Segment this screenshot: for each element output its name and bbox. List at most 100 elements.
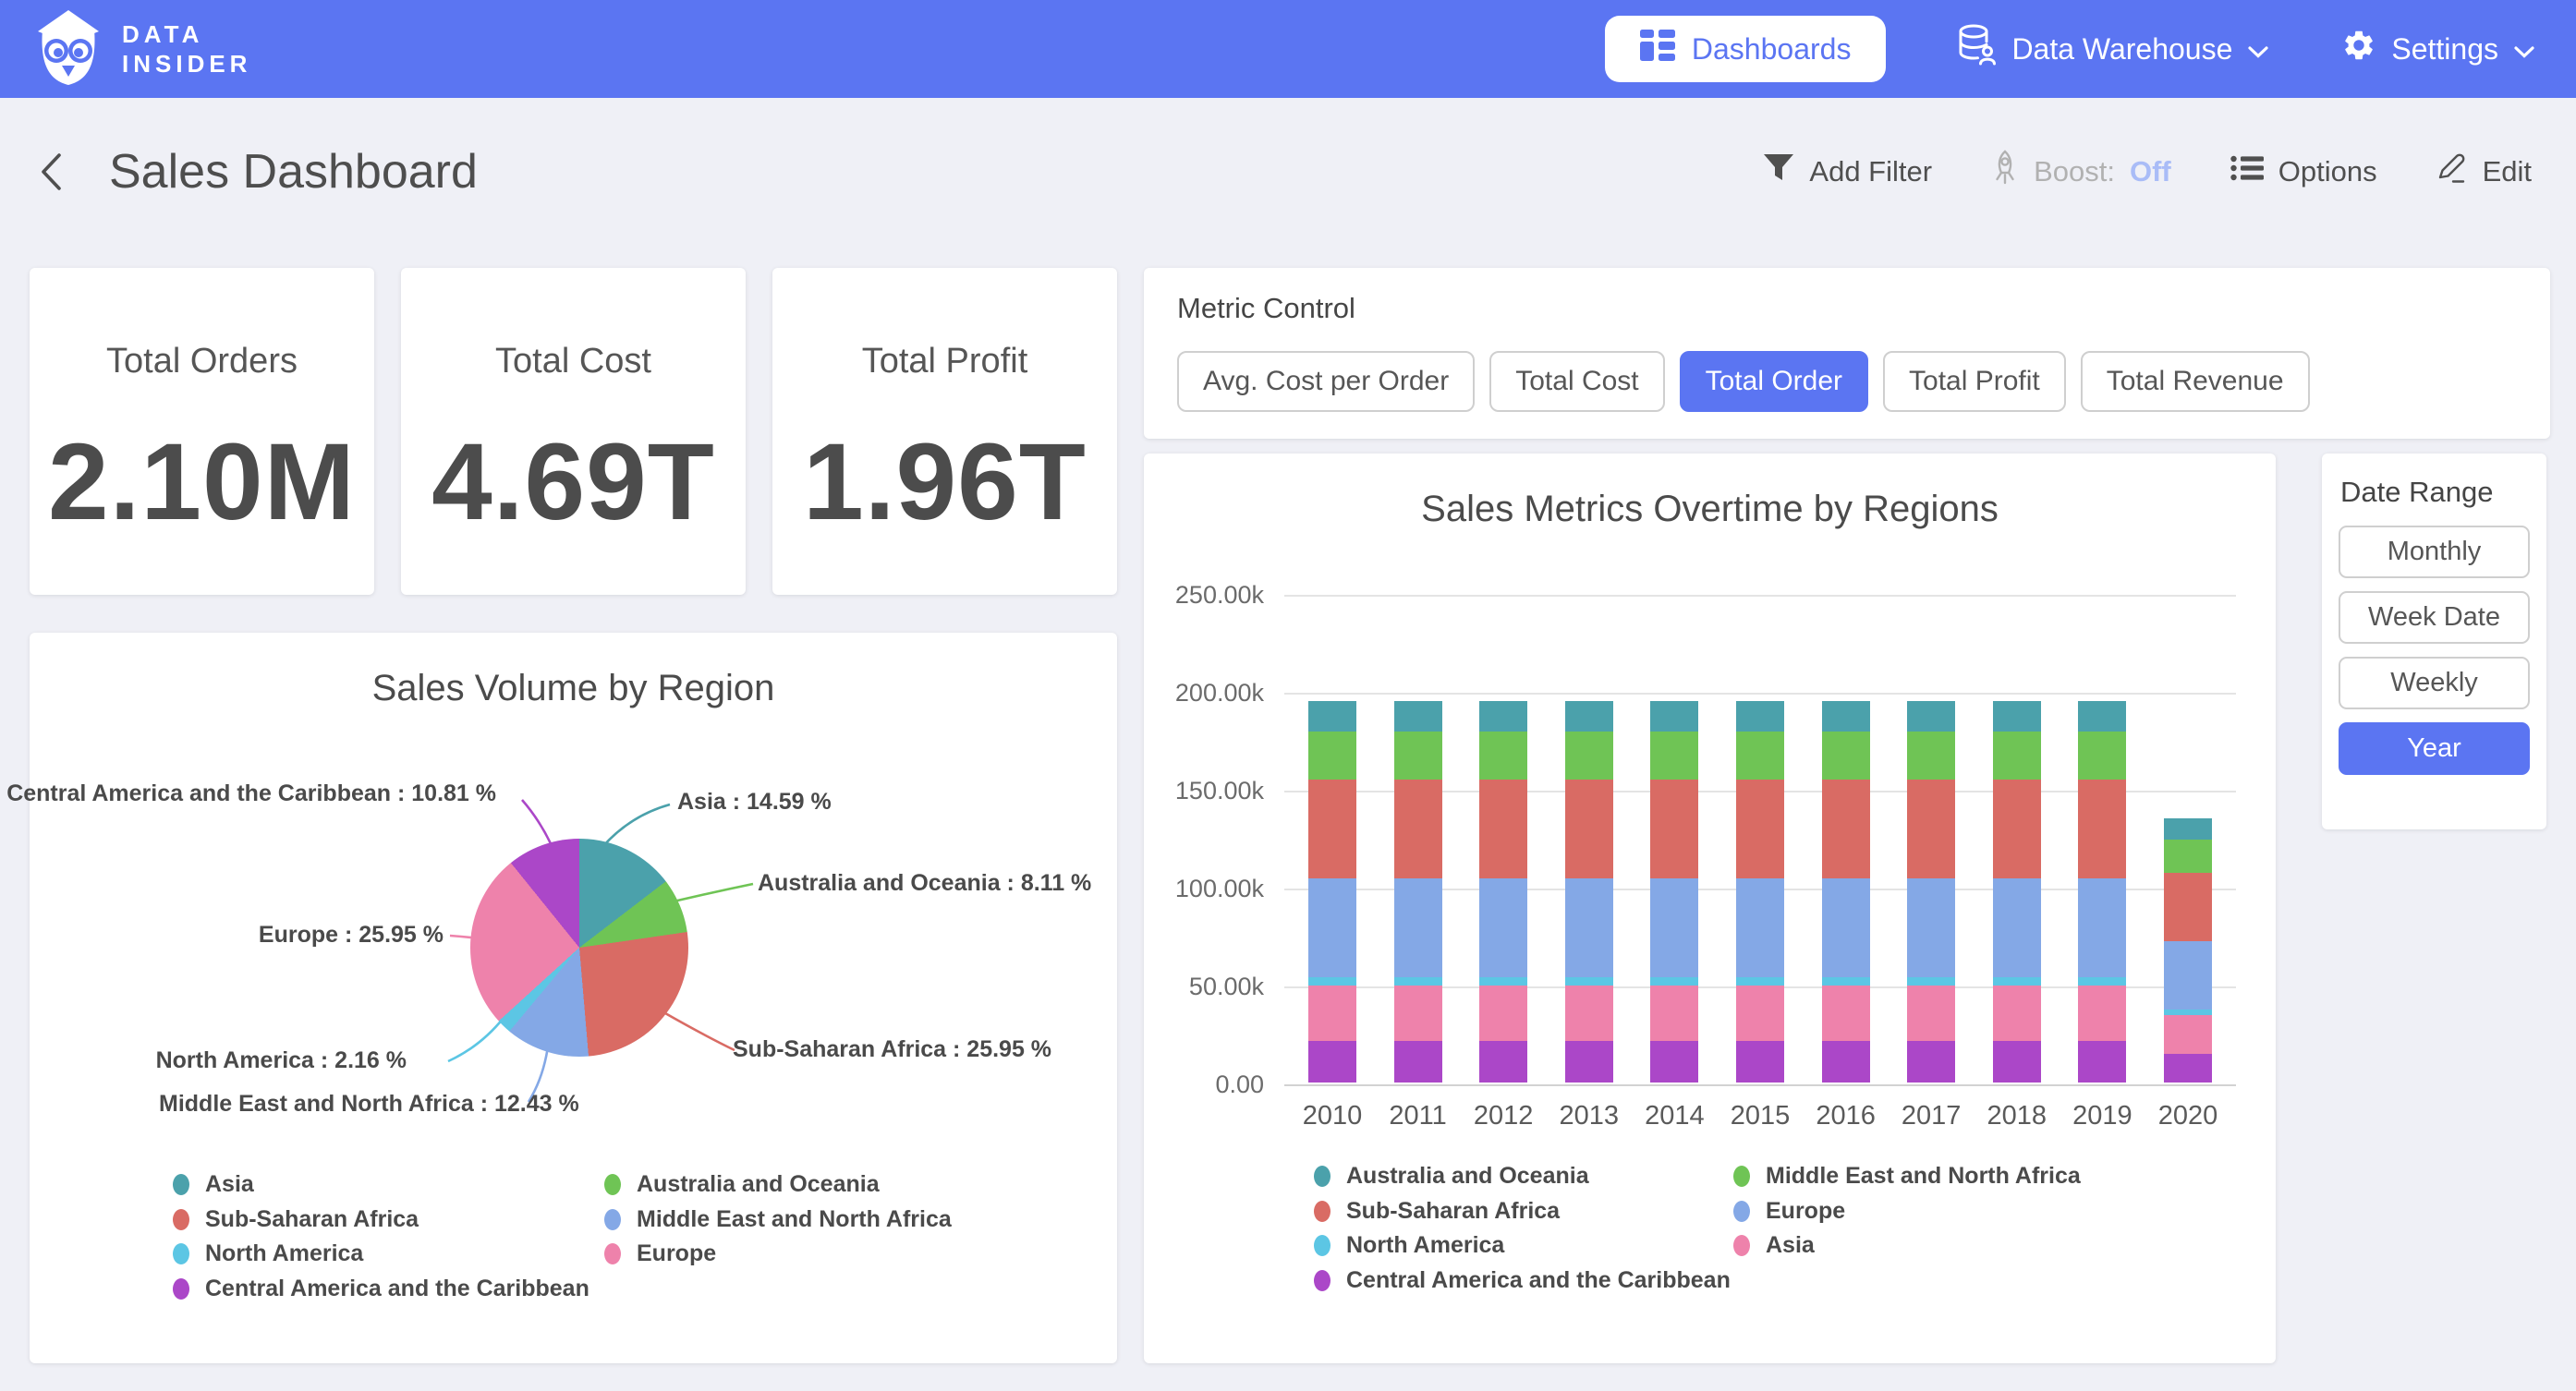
nav-settings[interactable]: Settings — [2341, 28, 2535, 70]
options-button[interactable]: Options — [2230, 155, 2377, 188]
bar-segment-central-america-and-the-caribbean — [1907, 1041, 1955, 1083]
bar-segment-australia-and-oceania — [2078, 701, 2126, 732]
bar-2011 — [1394, 701, 1442, 1083]
bar-segment-central-america-and-the-caribbean — [1822, 1041, 1870, 1083]
nav-dashboards[interactable]: Dashboards — [1605, 16, 1887, 82]
bar-segment-europe — [1479, 878, 1527, 977]
bar-segment-australia-and-oceania — [1394, 701, 1442, 732]
legend-asia[interactable]: Asia — [1733, 1232, 1815, 1259]
bar-segment-north-america — [1993, 977, 2041, 986]
x-axis-tick: 2011 — [1372, 1101, 1464, 1131]
filter-funnel-icon — [1763, 153, 1794, 190]
bar-segment-europe — [2164, 941, 2212, 1010]
metric-option-total-order[interactable]: Total Order — [1680, 351, 1868, 412]
kpi-value: 2.10M — [30, 419, 374, 545]
gridline — [1284, 1084, 2236, 1086]
chevron-down-icon — [2513, 32, 2535, 67]
bar-segment-middle-east-and-north-africa — [1993, 732, 2041, 779]
date-option-monthly[interactable]: Monthly — [2339, 526, 2530, 578]
metric-control-buttons: Avg. Cost per OrderTotal Cost Total Order… — [1177, 351, 2310, 412]
legend-dot — [604, 1209, 621, 1230]
pencil-icon — [2436, 152, 2468, 191]
legend-middle-east-and-north-africa[interactable]: Middle East and North Africa — [1733, 1163, 2081, 1190]
kpi-value: 4.69T — [401, 419, 746, 545]
legend-dot — [173, 1243, 189, 1264]
kpi-card-total-orders: Total Orders 2.10M — [30, 268, 374, 595]
pie-label-australia-and-oceania: Australia and Oceania : 8.11 % — [758, 870, 1091, 897]
bar-segment-middle-east-and-north-africa — [1565, 732, 1613, 779]
date-option-weekly[interactable]: Weekly — [2339, 657, 2530, 709]
bar-segment-middle-east-and-north-africa — [2164, 840, 2212, 873]
legend-north-america[interactable]: North America — [1314, 1232, 1504, 1259]
legend-north-america[interactable]: North America — [173, 1240, 363, 1267]
bar-chart-plot: 0.0050.00k100.00k150.00k200.00k250.00k20… — [1284, 595, 2236, 1084]
back-button[interactable] — [37, 151, 63, 193]
date-option-week-date[interactable]: Week Date — [2339, 591, 2530, 644]
legend-central-america-and-the-caribbean[interactable]: Central America and the Caribbean — [1314, 1267, 1731, 1294]
database-icon — [1958, 24, 1997, 74]
boost-toggle[interactable]: Boost: Off — [1991, 150, 2171, 194]
legend-australia-and-oceania[interactable]: Australia and Oceania — [1314, 1163, 1589, 1190]
legend-europe[interactable]: Europe — [604, 1240, 716, 1267]
bar-segment-australia-and-oceania — [1479, 701, 1527, 732]
kpi-card-total-profit: Total Profit 1.96T — [772, 268, 1117, 595]
bar-segment-europe — [2078, 878, 2126, 977]
gear-icon — [2341, 28, 2376, 70]
brand-name: DATA INSIDER — [122, 19, 251, 79]
add-filter-button[interactable]: Add Filter — [1763, 153, 1932, 190]
legend-asia[interactable]: Asia — [173, 1171, 254, 1198]
pie-chart-card: Sales Volume by Region Asia : 14.59 %Aus… — [30, 633, 1117, 1363]
bar-segment-australia-and-oceania — [1736, 701, 1784, 732]
owl-logo-icon — [33, 6, 103, 92]
metric-option-total-profit[interactable]: Total Profit — [1883, 351, 2066, 412]
y-axis-tick: 100.00k — [1116, 875, 1264, 903]
legend-label: North America — [205, 1240, 363, 1267]
gridline — [1284, 595, 2236, 597]
nav-data-warehouse[interactable]: Data Warehouse — [1958, 24, 2269, 74]
bar-segment-sub-saharan-africa — [1650, 780, 1698, 878]
bar-segment-europe — [1822, 878, 1870, 977]
legend-sub-saharan-africa[interactable]: Sub-Saharan Africa — [173, 1206, 419, 1233]
metric-option-total-revenue[interactable]: Total Revenue — [2081, 351, 2310, 412]
bar-segment-europe — [1650, 878, 1698, 977]
edit-button[interactable]: Edit — [2436, 152, 2532, 191]
bar-segment-europe — [1565, 878, 1613, 977]
pie-chart-title: Sales Volume by Region — [30, 668, 1117, 709]
y-axis-tick: 200.00k — [1116, 679, 1264, 708]
pie-label-central-america-and-the-caribbean: Central America and the Caribbean : 10.8… — [6, 780, 496, 807]
page-title: Sales Dashboard — [109, 144, 478, 200]
legend-dot — [1314, 1201, 1331, 1222]
bar-2019 — [2078, 701, 2126, 1083]
date-range-buttons: Monthly Week Date Weekly Year — [2339, 526, 2530, 775]
y-axis-tick: 50.00k — [1116, 973, 1264, 1001]
legend-europe[interactable]: Europe — [1733, 1198, 1845, 1225]
bar-segment-europe — [1907, 878, 1955, 977]
metric-option-total-cost[interactable]: Total Cost — [1489, 351, 1664, 412]
metric-option-avg-cost-per-order[interactable]: Avg. Cost per Order — [1177, 351, 1475, 412]
legend-dot — [604, 1243, 621, 1264]
y-axis-tick: 0.00 — [1116, 1070, 1264, 1099]
legend-sub-saharan-africa[interactable]: Sub-Saharan Africa — [1314, 1198, 1560, 1225]
date-option-year[interactable]: Year — [2339, 722, 2530, 775]
legend-australia-and-oceania[interactable]: Australia and Oceania — [604, 1171, 880, 1198]
sales-dashboard-app: DATA INSIDER Dashboards — [0, 0, 2576, 1391]
legend-label: North America — [1346, 1232, 1504, 1259]
bar-2014 — [1650, 701, 1698, 1083]
bar-segment-asia — [1993, 986, 2041, 1041]
page-header: Sales Dashboard Add Filter Boost: Off — [0, 98, 2576, 246]
legend-middle-east-and-north-africa[interactable]: Middle East and North Africa — [604, 1206, 952, 1233]
bar-segment-middle-east-and-north-africa — [2078, 732, 2126, 779]
bar-segment-middle-east-and-north-africa — [1394, 732, 1442, 779]
bar-segment-asia — [1479, 986, 1527, 1041]
bar-segment-central-america-and-the-caribbean — [1308, 1041, 1356, 1083]
pie-label-sub-saharan-africa: Sub-Saharan Africa : 25.95 % — [733, 1036, 1051, 1063]
legend-central-america-and-the-caribbean[interactable]: Central America and the Caribbean — [173, 1276, 589, 1302]
legend-dot — [173, 1278, 189, 1300]
brand-logo[interactable]: DATA INSIDER — [33, 6, 251, 92]
bar-segment-australia-and-oceania — [1650, 701, 1698, 732]
bar-segment-sub-saharan-africa — [1308, 780, 1356, 878]
bar-2017 — [1907, 701, 1955, 1083]
legend-label: Central America and the Caribbean — [1346, 1267, 1731, 1294]
dashboard-grid-icon — [1640, 30, 1675, 68]
bar-segment-north-america — [1308, 977, 1356, 986]
